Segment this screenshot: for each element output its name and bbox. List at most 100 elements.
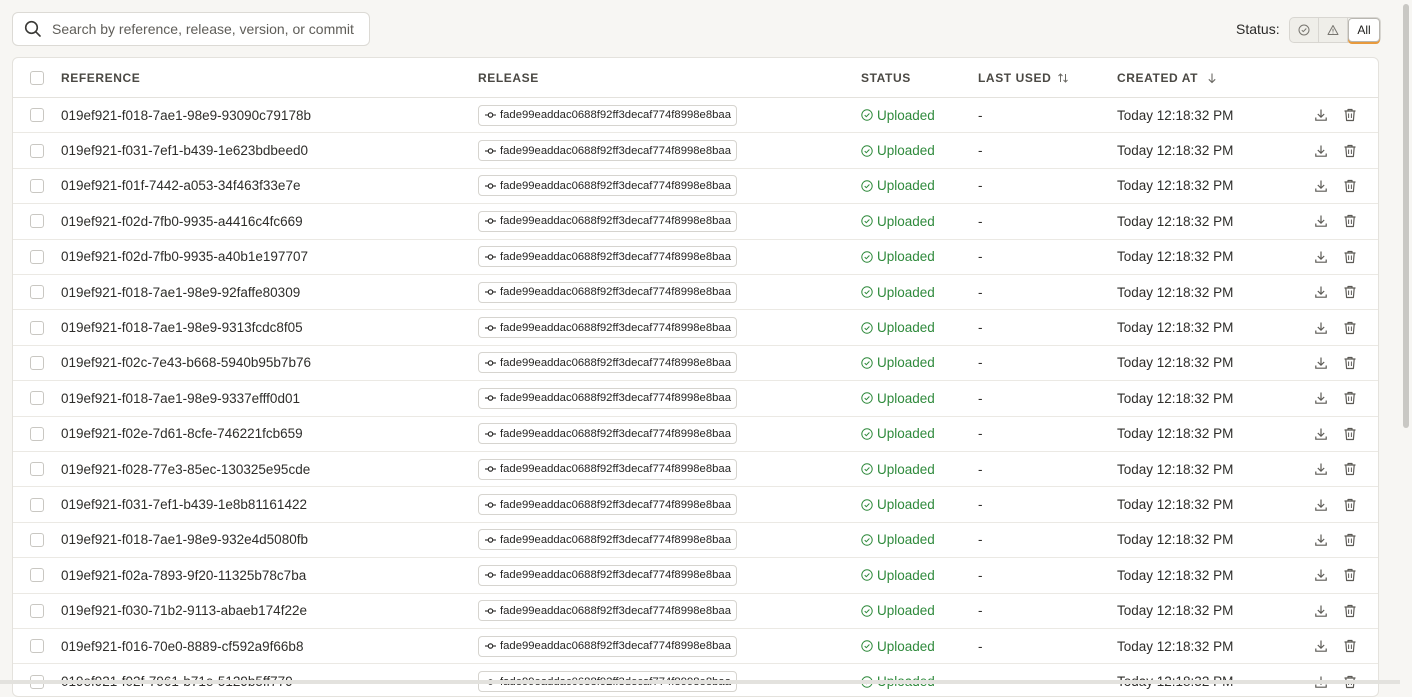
download-icon[interactable]: [1313, 284, 1329, 300]
filter-uploaded-button[interactable]: [1290, 18, 1319, 42]
download-icon[interactable]: [1313, 426, 1329, 442]
download-icon[interactable]: [1313, 567, 1329, 583]
row-checkbox[interactable]: [30, 108, 44, 123]
row-checkbox[interactable]: [30, 639, 44, 654]
row-checkbox[interactable]: [30, 568, 44, 583]
download-icon[interactable]: [1313, 461, 1329, 477]
release-tag[interactable]: fade99eaddac0688f92ff3decaf774f8998e8baa: [478, 104, 737, 126]
download-icon[interactable]: [1313, 320, 1329, 336]
release-tag[interactable]: fade99eaddac0688f92ff3decaf774f8998e8baa: [478, 175, 737, 197]
trash-icon[interactable]: [1342, 143, 1358, 159]
check-circle-icon: [861, 109, 873, 121]
trash-icon[interactable]: [1342, 638, 1358, 654]
row-checkbox[interactable]: [30, 532, 44, 547]
status-cell: Uploaded: [861, 310, 935, 344]
vertical-scrollbar[interactable]: [1400, 0, 1412, 684]
download-icon[interactable]: [1313, 107, 1329, 123]
trash-icon[interactable]: [1342, 497, 1358, 513]
release-tag[interactable]: fade99eaddac0688f92ff3decaf774f8998e8baa: [478, 246, 737, 268]
trash-icon[interactable]: [1342, 107, 1358, 123]
table-row[interactable]: 019ef921-f018-7ae1-98e9-9313fcdc8f05 fade…: [13, 310, 1378, 346]
download-icon[interactable]: [1313, 532, 1329, 548]
row-checkbox[interactable]: [30, 355, 44, 370]
release-hash: fade99eaddac0688f92ff3decaf774f8998e8baa: [500, 604, 731, 617]
release-tag[interactable]: fade99eaddac0688f92ff3decaf774f8998e8baa: [478, 281, 737, 303]
table-row[interactable]: 019ef921-f018-7ae1-98e9-93090c79178b fade…: [13, 98, 1378, 134]
trash-icon[interactable]: [1342, 249, 1358, 265]
download-icon[interactable]: [1313, 603, 1329, 619]
horizontal-scrollbar[interactable]: [0, 680, 1400, 684]
table-row[interactable]: 019ef921-f018-7ae1-98e9-9337efff0d01 fade…: [13, 381, 1378, 417]
search-box[interactable]: [12, 12, 370, 46]
table-row[interactable]: 019ef921-f02d-7fb0-9935-a4416c4fc669 fade…: [13, 204, 1378, 240]
table-row[interactable]: 019ef921-f030-71b2-9113-abaeb174f22e fade…: [13, 594, 1378, 629]
release-tag[interactable]: fade99eaddac0688f92ff3decaf774f8998e8baa: [478, 600, 737, 622]
row-checkbox[interactable]: [30, 214, 44, 229]
table-row[interactable]: 019ef921-f031-7ef1-b439-1e623bdbeed0 fade…: [13, 133, 1378, 169]
trash-icon[interactable]: [1342, 461, 1358, 477]
table-row[interactable]: 019ef921-f028-77e3-85ec-130325e95cde fade…: [13, 452, 1378, 488]
trash-icon[interactable]: [1342, 320, 1358, 336]
row-checkbox[interactable]: [30, 391, 44, 406]
release-tag[interactable]: fade99eaddac0688f92ff3decaf774f8998e8baa: [478, 564, 737, 586]
trash-icon[interactable]: [1342, 284, 1358, 300]
table-row[interactable]: 019ef921-f018-7ae1-98e9-932e4d5080fb fade…: [13, 523, 1378, 559]
table-row[interactable]: 019ef921-f031-7ef1-b439-1e8b81161422 fade…: [13, 487, 1378, 523]
download-icon[interactable]: [1313, 178, 1329, 194]
row-checkbox[interactable]: [30, 249, 44, 264]
status-text: Uploaded: [877, 178, 935, 194]
select-all-checkbox[interactable]: [30, 70, 44, 85]
download-icon[interactable]: [1313, 638, 1329, 654]
download-icon[interactable]: [1313, 390, 1329, 406]
check-circle-icon: [861, 392, 873, 405]
row-checkbox[interactable]: [30, 285, 44, 300]
release-tag[interactable]: fade99eaddac0688f92ff3decaf774f8998e8baa: [478, 210, 737, 232]
release-tag[interactable]: fade99eaddac0688f92ff3decaf774f8998e8baa: [478, 494, 737, 516]
table-row[interactable]: 019ef921-f018-7ae1-98e9-92faffe80309 fade…: [13, 275, 1378, 311]
download-icon[interactable]: [1313, 143, 1329, 159]
release-tag[interactable]: fade99eaddac0688f92ff3decaf774f8998e8baa: [478, 352, 737, 374]
release-hash: fade99eaddac0688f92ff3decaf774f8998e8baa: [500, 321, 731, 334]
table-row[interactable]: 019ef921-f02e-7d61-8cfe-746221fcb659 fade…: [13, 417, 1378, 452]
row-checkbox[interactable]: [30, 426, 44, 441]
column-header-created-at[interactable]: CREATED AT: [1117, 58, 1217, 97]
trash-icon[interactable]: [1342, 567, 1358, 583]
release-tag[interactable]: fade99eaddac0688f92ff3decaf774f8998e8baa: [478, 529, 737, 551]
download-icon[interactable]: [1313, 249, 1329, 265]
row-checkbox[interactable]: [30, 143, 44, 158]
table-row[interactable]: 019ef921-f02a-7893-9f20-11325b78c7ba fade…: [13, 558, 1378, 594]
row-checkbox[interactable]: [30, 497, 44, 512]
status-cell: Uploaded: [861, 558, 935, 592]
filter-warning-button[interactable]: [1319, 18, 1348, 42]
release-tag[interactable]: fade99eaddac0688f92ff3decaf774f8998e8baa: [478, 140, 737, 162]
trash-icon[interactable]: [1342, 532, 1358, 548]
row-checkbox[interactable]: [30, 178, 44, 193]
scrollbar-thumb[interactable]: [1403, 4, 1409, 428]
download-icon[interactable]: [1313, 213, 1329, 229]
release-tag[interactable]: fade99eaddac0688f92ff3decaf774f8998e8baa: [478, 317, 737, 339]
row-checkbox[interactable]: [30, 603, 44, 618]
release-tag[interactable]: fade99eaddac0688f92ff3decaf774f8998e8baa: [478, 635, 737, 657]
commit-icon: [485, 394, 496, 402]
download-icon[interactable]: [1313, 355, 1329, 371]
release-tag[interactable]: fade99eaddac0688f92ff3decaf774f8998e8baa: [478, 423, 737, 445]
search-input[interactable]: [50, 20, 369, 38]
trash-icon[interactable]: [1342, 178, 1358, 194]
table-row[interactable]: 019ef921-f02c-7e43-b668-5940b95b7b76 fade…: [13, 346, 1378, 382]
release-tag[interactable]: fade99eaddac0688f92ff3decaf774f8998e8baa: [478, 458, 737, 480]
download-icon[interactable]: [1313, 497, 1329, 513]
release-tag[interactable]: fade99eaddac0688f92ff3decaf774f8998e8baa: [478, 387, 737, 409]
trash-icon[interactable]: [1342, 213, 1358, 229]
trash-icon[interactable]: [1342, 355, 1358, 371]
table-row[interactable]: 019ef921-f01f-7442-a053-34f463f33e7e fade…: [13, 169, 1378, 205]
trash-icon[interactable]: [1342, 426, 1358, 442]
table-row[interactable]: 019ef921-f016-70e0-8889-cf592a9f66b8 fade…: [13, 629, 1378, 665]
row-checkbox[interactable]: [30, 462, 44, 477]
filter-all-button[interactable]: All: [1348, 18, 1380, 42]
row-checkbox[interactable]: [30, 320, 44, 335]
column-header-last-used[interactable]: LAST USED: [978, 58, 1069, 97]
table-row[interactable]: 019ef921-f02d-7fb0-9935-a40b1e197707 fade…: [13, 240, 1378, 275]
trash-icon[interactable]: [1342, 603, 1358, 619]
trash-icon[interactable]: [1342, 390, 1358, 406]
check-circle-icon: [861, 144, 873, 157]
